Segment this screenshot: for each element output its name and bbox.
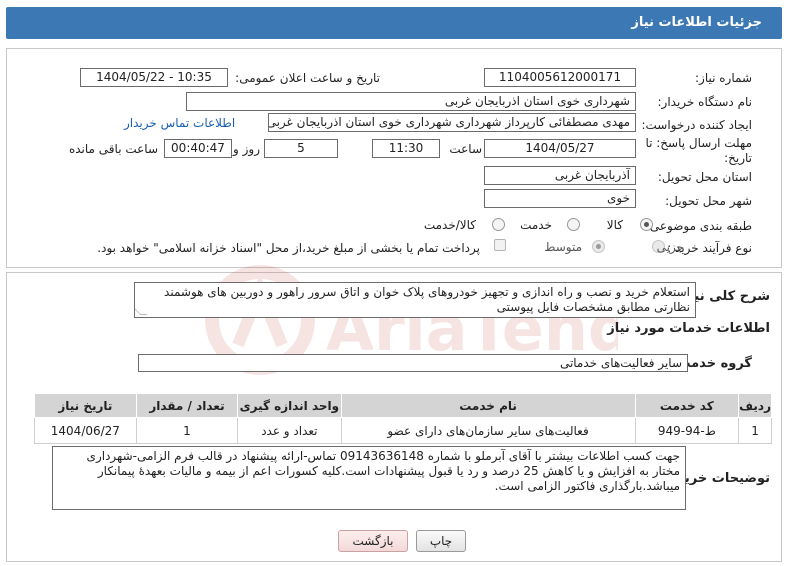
province-field: آذربایجان غربی [484,166,636,185]
summary-textarea[interactable]: استعلام خرید و نصب و راه اندازی و تجهیز … [134,282,696,318]
creator-field: مهدی مصطفائی کارپرداز شهرداری شهرداری خو… [268,113,636,132]
remaining-time-field: 00:40:47 [164,139,232,158]
table-row: 1 ط-94-949 فعالیت‌های سایر سازمان‌های دا… [34,417,772,444]
remaining-label: ساعت باقی مانده [68,142,158,156]
treasury-payment-note: پرداخت تمام یا بخشی از مبلغ خرید،از محل … [97,241,480,255]
column-header-row: ردیف [738,393,772,418]
process-radio-medium[interactable] [592,240,605,253]
deadline-time-field: 11:30 [372,139,440,158]
cell-quantity: 1 [135,417,239,444]
treasury-payment-checkbox[interactable] [494,239,506,251]
category-radio-goods[interactable] [640,218,653,231]
process-option-minor: جزیی [656,240,684,254]
cell-service-name: فعالیت‌های سایر سازمان‌های دارای عضو [340,417,636,444]
city-label: شهر محل تحویل: [665,194,752,208]
category-option-service: خدمت [520,218,552,232]
service-group-field: سایر فعالیت‌های خدماتی [138,354,688,372]
column-header-quantity: تعداد / مقدار [135,393,239,418]
page-header: جزئیات اطلاعات نیاز [6,7,782,39]
column-header-date: تاریخ نیاز [34,393,137,418]
column-header-name: نام خدمت [340,393,636,418]
buyer-contact-link[interactable]: اطلاعات تماس خریدار [124,116,235,130]
page-title: جزئیات اطلاعات نیاز [631,15,762,30]
buyer-notes-text: جهت کسب اطلاعات بیشتر با آقای آبرملو با … [86,449,680,493]
days-label: روز و [233,142,260,156]
announce-date-field: 1404/05/22 - 10:35 [80,68,228,87]
province-label: استان محل تحویل: [657,170,752,184]
remaining-days-field: 5 [264,139,338,158]
deadline-label: مهلت ارسال پاسخ: تا [645,136,752,150]
need-number-label: شماره نیاز: [695,71,752,85]
print-button[interactable]: چاپ [416,530,466,552]
services-table: ردیف کد خدمت نام خدمت واحد اندازه گیری ت… [34,393,772,444]
category-label: طبقه بندی موضوعی: [645,219,752,233]
buyer-org-field: شهرداری خوی استان اذربایجان غربی [186,92,636,111]
creator-label: ایجاد کننده درخواست: [641,118,752,132]
category-option-goods-service: کالا/خدمت [423,218,476,232]
need-number-field: 1104005612000171 [484,68,636,87]
resize-grip-icon[interactable] [135,308,148,315]
services-section-title: اطلاعات خدمات مورد نیاز [607,321,770,336]
process-option-medium: متوسط [544,240,582,254]
announce-date-label: تاریخ و ساعت اعلان عمومی: [235,71,380,85]
deadline-time-label: ساعت [449,142,482,156]
column-header-unit: واحد اندازه گیری [237,393,342,418]
buyer-org-label: نام دستگاه خریدار: [657,95,753,109]
category-radio-goods-service[interactable] [492,218,505,231]
cell-unit: تعداد و عدد [237,417,342,444]
cell-row-number: 1 [738,417,772,444]
cell-need-date: 1404/06/27 [34,417,137,444]
cell-service-code: ط-94-949 [634,417,740,444]
category-radio-service[interactable] [567,218,580,231]
deadline-date-field: 1404/05/27 [484,139,636,158]
category-option-goods: کالا [606,218,623,232]
city-field: خوی [484,189,636,208]
summary-text: استعلام خرید و نصب و راه اندازی و تجهیز … [164,285,690,314]
back-button[interactable]: بازگشت [338,530,408,552]
column-header-code: کد خدمت [634,393,740,418]
buyer-notes-textarea[interactable]: جهت کسب اطلاعات بیشتر با آقای آبرملو با … [52,446,686,510]
deadline-label-date: تاریخ: [724,151,752,165]
services-table-header: ردیف کد خدمت نام خدمت واحد اندازه گیری ت… [34,393,772,418]
